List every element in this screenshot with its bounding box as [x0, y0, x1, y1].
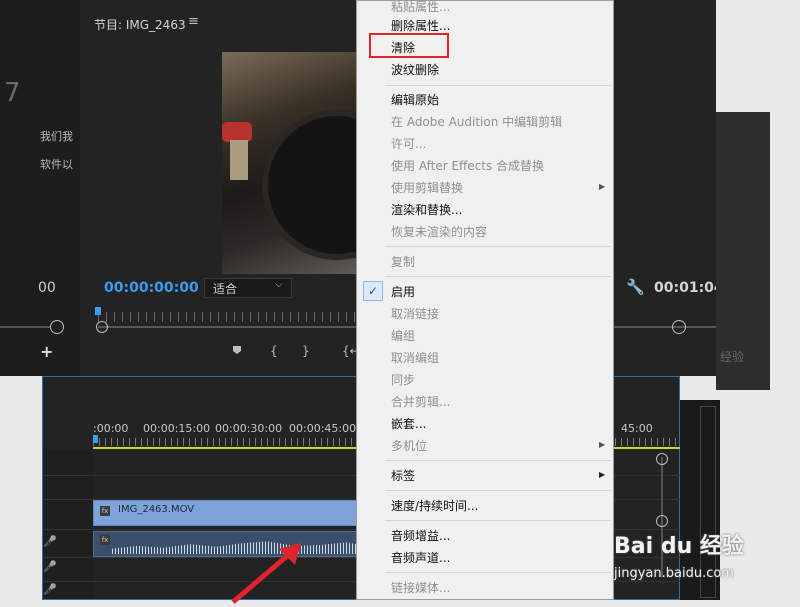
menu-item-audio-gain[interactable]: 音频增益... [391, 527, 450, 544]
panel-menu-icon[interactable]: ≡ [188, 14, 199, 29]
menu-item-multi-camera: 多机位 [391, 439, 428, 453]
timeline-scroll-knob-bottom[interactable] [656, 515, 668, 527]
menu-item-render-and-replace[interactable]: 渲染和替换... [391, 201, 462, 218]
ruler-label: :00:00 [93, 422, 129, 435]
program-monitor-title: 节目: IMG_2463 [94, 18, 186, 32]
menu-separator [385, 85, 611, 86]
fx-badge: fx [100, 506, 110, 516]
menu-item-restore-unrendered: 恢复未渲染的内容 [391, 225, 488, 239]
microphone-icon[interactable]: 🎤 [43, 583, 57, 596]
playhead-timecode[interactable]: 00:00:00:00 [104, 280, 199, 296]
menu-item-nest[interactable]: 嵌套... [391, 415, 426, 432]
menu-separator [385, 276, 611, 277]
menu-separator [385, 246, 611, 247]
program-monitor-right: 🔧 00:01:04: [612, 0, 729, 376]
menu-item-label[interactable]: 标签 [391, 467, 415, 484]
program-time-ruler[interactable] [98, 312, 360, 322]
menu-separator [385, 490, 611, 491]
menu-item-replace-with-clip: 使用剪辑替换 [391, 181, 464, 195]
menu-separator [385, 460, 611, 461]
chevron-down-icon: ⌵ [275, 279, 283, 290]
program-scroll-bar[interactable] [98, 326, 360, 328]
partial-number: 7 [4, 78, 21, 108]
add-marker-icon[interactable] [232, 344, 242, 354]
menu-item-group: 编组 [391, 329, 416, 343]
checkmark-icon: ✓ [363, 281, 383, 301]
timeline-scroll-knob-top[interactable] [656, 453, 668, 465]
menu-item-ungroup: 取消编组 [391, 351, 440, 365]
timeline-playhead-icon[interactable] [93, 435, 98, 443]
submenu-arrow-icon: ▶ [599, 440, 606, 449]
microphone-icon[interactable]: 🎤 [43, 535, 57, 548]
baidu-watermark-logo: Bai du 经验 [614, 534, 744, 559]
red-arrow-annotation [231, 543, 301, 604]
ruler-label: 00:00:15:00 [143, 422, 211, 435]
menu-item-paste-attributes: 粘贴属性... [391, 0, 451, 14]
menu-item-license: 许可... [391, 137, 427, 151]
menu-item-merge-clips: 合并剪辑... [391, 395, 451, 409]
ruler-label: 45:00 [621, 422, 653, 435]
fit-select[interactable]: 适合 ⌵ [204, 278, 292, 298]
video-content-cap [222, 122, 252, 142]
menu-separator [385, 572, 611, 573]
menu-item-edit-in-audition: 在 Adobe Audition 中编辑剪辑 [391, 115, 563, 129]
video-clip-name: IMG_2463.MOV [118, 504, 195, 515]
background-panel: 经验 [716, 112, 770, 390]
add-icon[interactable]: + [40, 342, 53, 361]
menu-item-remove-attributes[interactable]: 删除属性... [391, 17, 450, 34]
menu-item-edit-original[interactable]: 编辑原始 [391, 91, 439, 108]
left-partial-panel: 7 我们我 软件以 00 + [0, 0, 80, 376]
left-scroll-knob[interactable] [50, 320, 64, 334]
baidu-watermark-url: jingyan.baidu.com [614, 566, 734, 581]
menu-item-enable[interactable]: 启用 [391, 283, 415, 300]
menu-item-link-media: 链接媒体... [391, 581, 451, 595]
program-scroll-knob[interactable] [96, 321, 108, 333]
video-content-stem [230, 140, 248, 180]
submenu-arrow-icon: ▶ [599, 470, 606, 479]
video-content-plate [262, 110, 356, 260]
playhead-icon[interactable] [95, 307, 101, 315]
menu-separator [385, 520, 611, 521]
ruler-label: 00:00:45:00 [289, 422, 357, 435]
context-menu: 粘贴属性... 删除属性... 清除 波纹删除 编辑原始 在 Adobe Aud… [356, 0, 614, 600]
menu-item-synchronize: 同步 [391, 373, 416, 387]
video-clip[interactable]: fx IMG_2463.MOV [93, 500, 375, 526]
menu-item-replace-with-ae: 使用 After Effects 合成替换 [391, 159, 545, 173]
menu-item-audio-channels[interactable]: 音频声道... [391, 549, 450, 566]
background-text: 经验 [720, 350, 745, 364]
menu-item-speed-duration[interactable]: 速度/持续时间... [391, 497, 479, 514]
right-scroll-line [612, 326, 716, 328]
program-monitor: 节目: IMG_2463 ≡ 00:00:00:00 适合 ⌵ { } {← [80, 0, 360, 376]
partial-text-2: 软件以 [40, 158, 73, 171]
track-headers [43, 449, 93, 599]
left-scroll-line [0, 326, 50, 328]
submenu-arrow-icon: ▶ [599, 182, 606, 191]
microphone-icon[interactable]: 🎤 [43, 560, 57, 573]
partial-timecode: 00 [38, 280, 56, 296]
fx-badge: fx [100, 535, 110, 545]
partial-text-1: 我们我 [40, 130, 73, 143]
ruler-label: 00:00:30:00 [215, 422, 283, 435]
menu-item-ripple-delete[interactable]: 波纹删除 [391, 61, 439, 78]
mark-out-icon[interactable]: } [302, 344, 310, 358]
mark-in-icon[interactable]: { [270, 344, 278, 358]
video-preview [222, 52, 356, 274]
menu-item-clear[interactable]: 清除 [391, 39, 415, 56]
menu-item-duplicate: 复制 [391, 255, 416, 269]
right-scroll-knob[interactable] [672, 320, 686, 334]
wrench-icon[interactable]: 🔧 [626, 278, 645, 296]
fit-select-value: 适合 [213, 282, 238, 296]
menu-item-unlink: 取消链接 [391, 307, 440, 321]
